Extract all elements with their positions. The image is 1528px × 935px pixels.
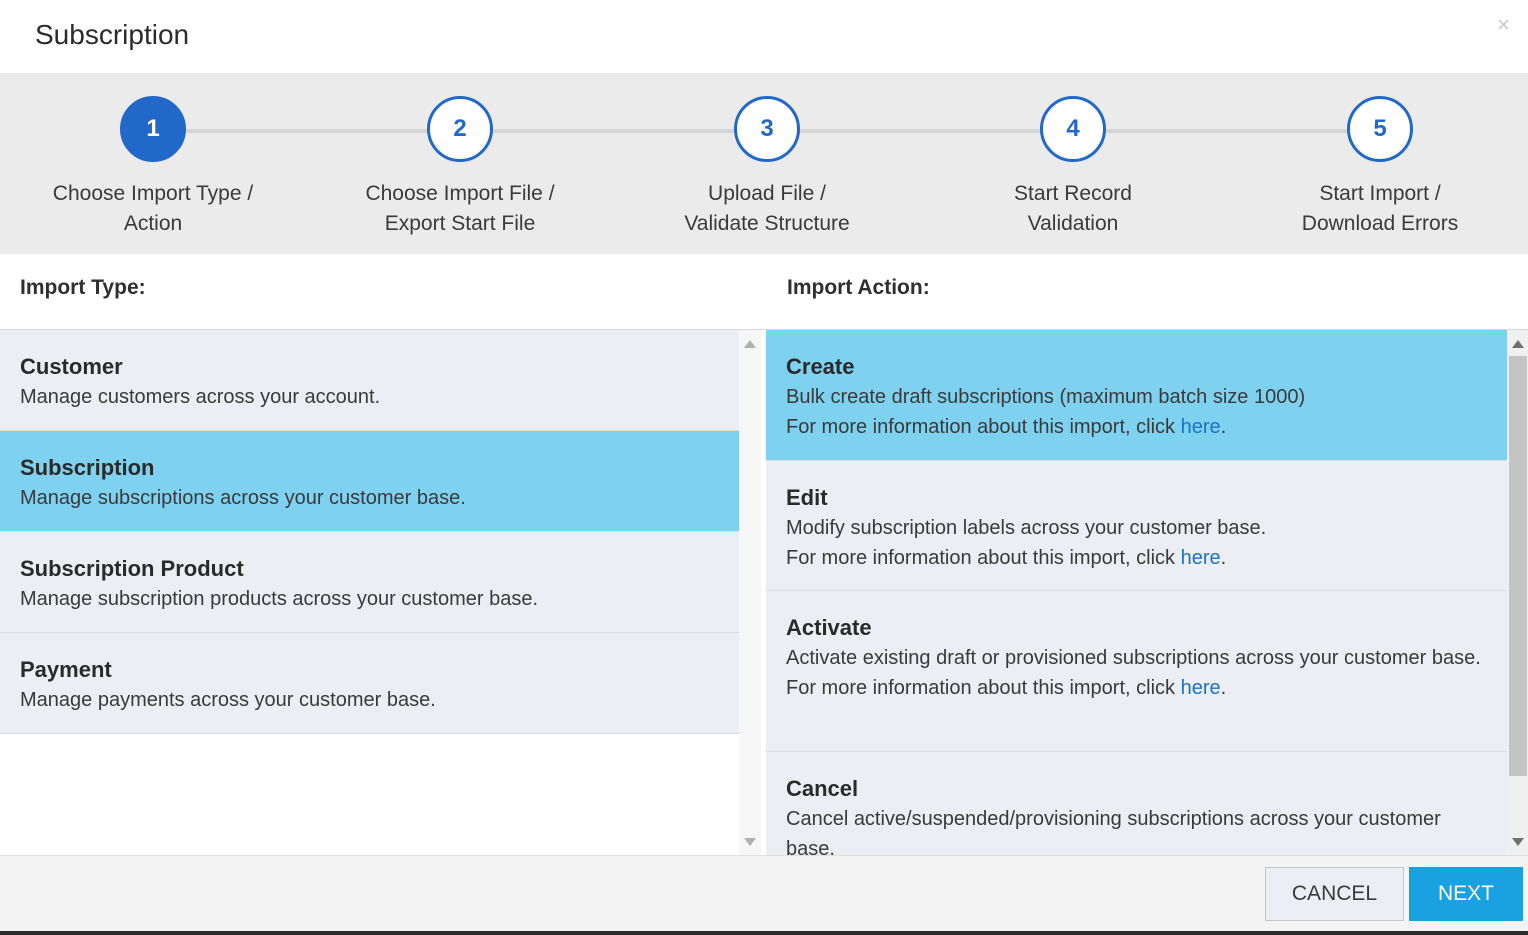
step-1-label: Choose Import Type / Action xyxy=(3,179,303,239)
scroll-up-arrow-icon[interactable] xyxy=(744,340,756,348)
dialog-footer: CANCEL NEXT xyxy=(0,855,1528,935)
import-action-item-create[interactable]: Create Bulk create draft subscriptions (… xyxy=(766,330,1507,461)
scroll-down-arrow-icon[interactable] xyxy=(1512,838,1524,846)
step-3: 3 Upload File / Validate Structure xyxy=(617,73,917,254)
info-text: For more information about this import, … xyxy=(786,416,1181,438)
cancel-button[interactable]: CANCEL xyxy=(1265,867,1404,921)
footer-bottom-border xyxy=(0,931,1528,935)
item-description: Cancel active/suspended/provisioning sub… xyxy=(786,808,1441,855)
info-text: For more information about this import, … xyxy=(786,677,1181,699)
import-type-scrollbar[interactable] xyxy=(739,330,761,855)
import-action-item-activate[interactable]: Activate Activate existing draft or prov… xyxy=(766,591,1507,752)
info-suffix: . xyxy=(1220,677,1227,699)
step-5-circle: 5 xyxy=(1347,96,1413,162)
import-type-item-subscription-product[interactable]: Subscription Product Manage subscription… xyxy=(0,532,739,633)
scroll-up-arrow-icon[interactable] xyxy=(1512,340,1524,348)
item-description: Manage subscription products across your… xyxy=(20,588,539,610)
step-5-label-line1: Start Import / xyxy=(1319,182,1441,205)
import-action-heading: Import Action: xyxy=(787,276,930,299)
import-type-list: Customer Manage customers across your ac… xyxy=(0,329,766,855)
step-3-circle: 3 xyxy=(734,96,800,162)
info-line: For more information about this import, … xyxy=(786,673,1507,703)
scroll-down-arrow-icon[interactable] xyxy=(744,838,756,846)
item-description: Modify subscription labels across your c… xyxy=(786,517,1267,539)
info-suffix: . xyxy=(1220,547,1227,569)
step-2-circle: 2 xyxy=(427,96,493,162)
step-3-label: Upload File / Validate Structure xyxy=(617,179,917,239)
step-5: 5 Start Import / Download Errors xyxy=(1230,73,1528,254)
dialog-header: Subscription × xyxy=(0,0,1528,73)
info-line: For more information about this import, … xyxy=(786,412,1507,442)
info-text: For more information about this import, … xyxy=(786,547,1181,569)
item-title: Activate xyxy=(786,615,872,640)
step-3-label-line1: Upload File / xyxy=(708,182,826,205)
step-1-label-line1: Choose Import Type / xyxy=(52,182,254,205)
info-here-link[interactable]: here xyxy=(1181,677,1221,699)
step-4-circle: 4 xyxy=(1040,96,1106,162)
item-title: Subscription Product xyxy=(20,556,244,581)
step-3-label-line2: Validate Structure xyxy=(684,212,850,235)
item-description: Manage payments across your customer bas… xyxy=(20,689,436,711)
step-4-label-line1: Start Record xyxy=(1014,182,1132,205)
import-action-list: Create Bulk create draft subscriptions (… xyxy=(766,329,1528,855)
info-here-link[interactable]: here xyxy=(1181,416,1221,438)
import-action-scrollbar[interactable] xyxy=(1507,330,1528,855)
item-title: Subscription xyxy=(20,455,155,480)
info-suffix: . xyxy=(1220,416,1227,438)
step-4-label-line2: Validation xyxy=(1027,212,1119,235)
step-2: 2 Choose Import File / Export Start File xyxy=(310,73,610,254)
item-title: Edit xyxy=(786,485,828,510)
step-5-label-line2: Download Errors xyxy=(1301,212,1459,235)
item-title: Create xyxy=(786,354,855,379)
import-action-item-cancel[interactable]: Cancel Cancel active/suspended/provision… xyxy=(766,752,1507,855)
item-description: Manage subscriptions across your custome… xyxy=(20,487,466,509)
import-type-item-subscription[interactable]: Subscription Manage subscriptions across… xyxy=(0,431,739,532)
import-action-item-edit[interactable]: Edit Modify subscription labels across y… xyxy=(766,461,1507,591)
item-description: Activate existing draft or provisioned s… xyxy=(786,647,1481,669)
import-type-item-customer[interactable]: Customer Manage customers across your ac… xyxy=(0,330,739,431)
import-stepper: 1 Choose Import Type / Action 2 Choose I… xyxy=(0,73,1528,254)
step-1: 1 Choose Import Type / Action xyxy=(3,73,303,254)
step-1-label-line2: Action xyxy=(123,212,183,235)
import-type-heading: Import Type: xyxy=(20,276,146,299)
item-title: Payment xyxy=(20,657,112,682)
dialog-title: Subscription xyxy=(35,19,190,50)
info-here-link[interactable]: here xyxy=(1181,547,1221,569)
step-2-label-line1: Choose Import File / xyxy=(365,182,555,205)
step-4: 4 Start Record Validation xyxy=(923,73,1223,254)
info-line: For more information about this import, … xyxy=(786,543,1507,573)
step-2-label: Choose Import File / Export Start File xyxy=(310,179,610,239)
next-button[interactable]: NEXT xyxy=(1409,867,1523,921)
item-title: Cancel xyxy=(786,776,859,801)
item-description: Manage customers across your account. xyxy=(20,386,381,408)
import-type-item-payment[interactable]: Payment Manage payments across your cust… xyxy=(0,633,739,734)
step-1-circle: 1 xyxy=(120,96,186,162)
close-icon[interactable]: × xyxy=(1497,14,1510,36)
step-2-label-line2: Export Start File xyxy=(384,212,536,235)
scroll-thumb[interactable] xyxy=(1509,356,1527,776)
step-5-label: Start Import / Download Errors xyxy=(1230,179,1528,239)
item-title: Customer xyxy=(20,354,123,379)
item-description: Bulk create draft subscriptions (maximum… xyxy=(786,386,1306,408)
step-4-label: Start Record Validation xyxy=(923,179,1223,239)
